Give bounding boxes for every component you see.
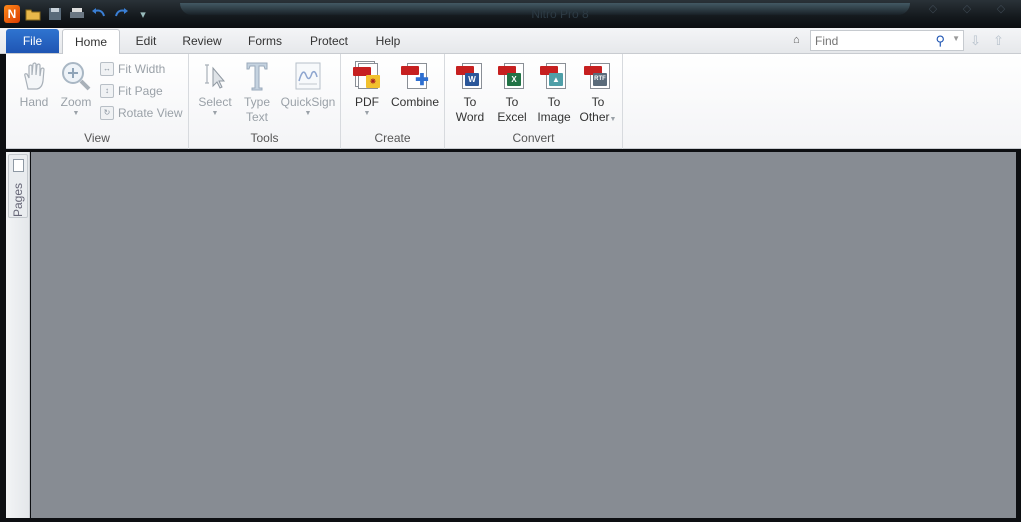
tab-review[interactable]: Review: [176, 29, 228, 54]
chevron-down-icon: ▼: [72, 110, 80, 117]
create-pdf-icon: ✷: [351, 60, 383, 92]
excel-document-icon: X: [496, 60, 528, 92]
ribbon-tabs: File Home Edit Review Forms Protect Help…: [0, 28, 1021, 54]
pages-panel-tab[interactable]: Pages: [8, 154, 28, 218]
chevron-down-icon: ▼: [609, 116, 617, 123]
chevron-down-icon[interactable]: ▼: [952, 34, 960, 43]
type-text-button[interactable]: Type Text: [239, 60, 275, 125]
combine-icon: ✚: [399, 60, 431, 92]
to-word-button[interactable]: W To Word: [451, 60, 489, 125]
app-logo-icon[interactable]: N: [4, 5, 20, 23]
find-next-icon[interactable]: ⇩: [970, 33, 981, 49]
tab-forms[interactable]: Forms: [240, 29, 290, 54]
to-image-button[interactable]: ▲ To Image: [535, 60, 573, 125]
tab-help[interactable]: Help: [368, 29, 408, 54]
zoom-button[interactable]: Zoom ▼: [56, 60, 96, 118]
tab-edit[interactable]: Edit: [126, 29, 166, 54]
rtf-document-icon: RTF: [582, 60, 614, 92]
zoom-icon: [60, 60, 92, 92]
pages-icon: [13, 159, 24, 172]
pages-label: Pages: [11, 182, 25, 217]
to-excel-button[interactable]: X To Excel: [493, 60, 531, 125]
chevron-down-icon: ▼: [304, 110, 312, 117]
find-input[interactable]: [811, 31, 931, 50]
group-label-tools: Tools: [250, 131, 279, 145]
rotate-view-button[interactable]: ↻ Rotate View: [100, 104, 182, 122]
quicksign-button[interactable]: QuickSign ▼: [279, 60, 337, 118]
group-convert: W To Word X To Excel ▲ To Image RTF To O…: [445, 54, 623, 149]
find-box: ⚲ ▼: [810, 30, 964, 51]
rotate-icon: ↻: [100, 106, 114, 120]
search-icon[interactable]: ⚲: [935, 33, 945, 49]
undo-icon[interactable]: [90, 5, 108, 23]
tab-file[interactable]: File: [6, 29, 59, 53]
image-document-icon: ▲: [538, 60, 570, 92]
title-bar: N ▾ Nitro Pro 8 ◇ ◇ ◇: [0, 0, 1021, 28]
save-icon[interactable]: [46, 5, 64, 23]
minimize-icon[interactable]: ◇: [919, 2, 947, 16]
fit-width-button[interactable]: ↔ Fit Width: [100, 60, 165, 78]
open-folder-icon[interactable]: [24, 5, 42, 23]
find-previous-icon[interactable]: ⇧: [993, 33, 1004, 49]
group-tools: Select ▼ Type Text QuickSign ▼ Tools: [189, 54, 341, 149]
combine-button[interactable]: ✚ Combine: [389, 60, 441, 110]
select-button[interactable]: Select ▼: [195, 60, 235, 118]
hand-icon: [18, 60, 50, 92]
tab-protect[interactable]: Protect: [302, 29, 356, 54]
quick-access-toolbar: N ▾: [4, 4, 152, 24]
fit-page-icon: ↕: [100, 84, 114, 98]
print-icon[interactable]: [68, 5, 86, 23]
fit-page-button[interactable]: ↕ Fit Page: [100, 82, 163, 100]
ribbon-collapse-icon[interactable]: ⌂: [793, 34, 800, 46]
fit-width-icon: ↔: [100, 62, 114, 76]
document-workspace[interactable]: [31, 152, 1016, 518]
type-text-icon: [241, 60, 273, 92]
tab-home[interactable]: Home: [62, 29, 120, 54]
create-pdf-button[interactable]: ✷ PDF ▼: [347, 60, 387, 118]
navigation-pane: Pages: [6, 152, 30, 518]
chevron-down-icon: ▼: [363, 110, 371, 117]
group-label-create: Create: [374, 131, 411, 145]
signature-icon: [292, 60, 324, 92]
word-document-icon: W: [454, 60, 486, 92]
chevron-down-icon: ▼: [211, 110, 219, 117]
group-view: Hand Zoom ▼ ↔ Fit Width ↕ Fit Page ↻ Rot…: [6, 54, 189, 149]
window-title: Nitro Pro 8: [531, 7, 589, 21]
hand-button[interactable]: Hand: [14, 60, 54, 110]
redo-icon[interactable]: [112, 5, 130, 23]
to-other-button[interactable]: RTF To Other▼: [577, 60, 619, 127]
select-cursor-icon: [199, 60, 231, 92]
group-label-view: View: [84, 131, 110, 145]
close-icon[interactable]: ◇: [987, 2, 1015, 16]
maximize-icon[interactable]: ◇: [953, 2, 981, 16]
group-label-convert: Convert: [512, 131, 555, 145]
window-controls: ◇ ◇ ◇: [919, 2, 1015, 16]
group-create: ✷ PDF ▼ ✚ Combine Create: [341, 54, 445, 149]
customize-icon[interactable]: ▾: [134, 5, 152, 23]
ribbon-home: Hand Zoom ▼ ↔ Fit Width ↕ Fit Page ↻ Rot…: [6, 54, 1021, 149]
